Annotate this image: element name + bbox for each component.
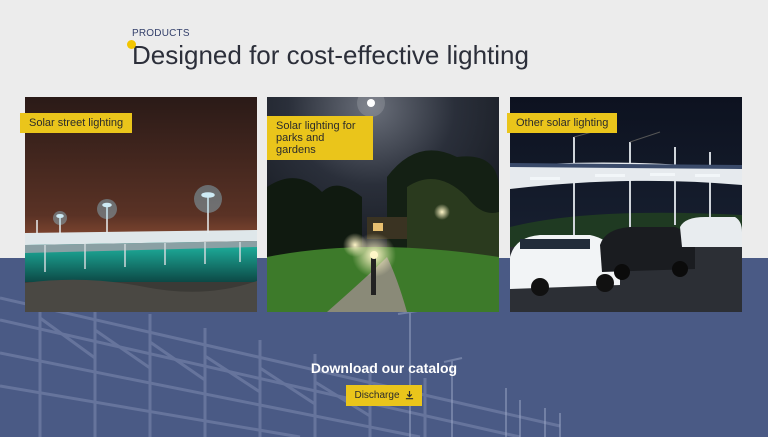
accent-dot bbox=[127, 40, 136, 49]
download-icon bbox=[405, 391, 413, 400]
section-header: PRODUCTS Designed for cost-effective lig… bbox=[127, 28, 529, 71]
download-catalog-button[interactable]: Discharge bbox=[346, 385, 422, 406]
download-button-label: Discharge bbox=[354, 390, 400, 401]
card-label-parks-gardens[interactable]: Solar lighting for parks and gardens bbox=[267, 116, 373, 160]
card-label-street-lighting[interactable]: Solar street lighting bbox=[20, 113, 133, 133]
card-label-other-solar[interactable]: Other solar lighting bbox=[507, 113, 618, 133]
catalog-title: Download our catalog bbox=[310, 360, 458, 376]
page-title: Designed for cost-effective lighting bbox=[132, 40, 529, 70]
section-eyebrow: PRODUCTS bbox=[132, 28, 190, 39]
